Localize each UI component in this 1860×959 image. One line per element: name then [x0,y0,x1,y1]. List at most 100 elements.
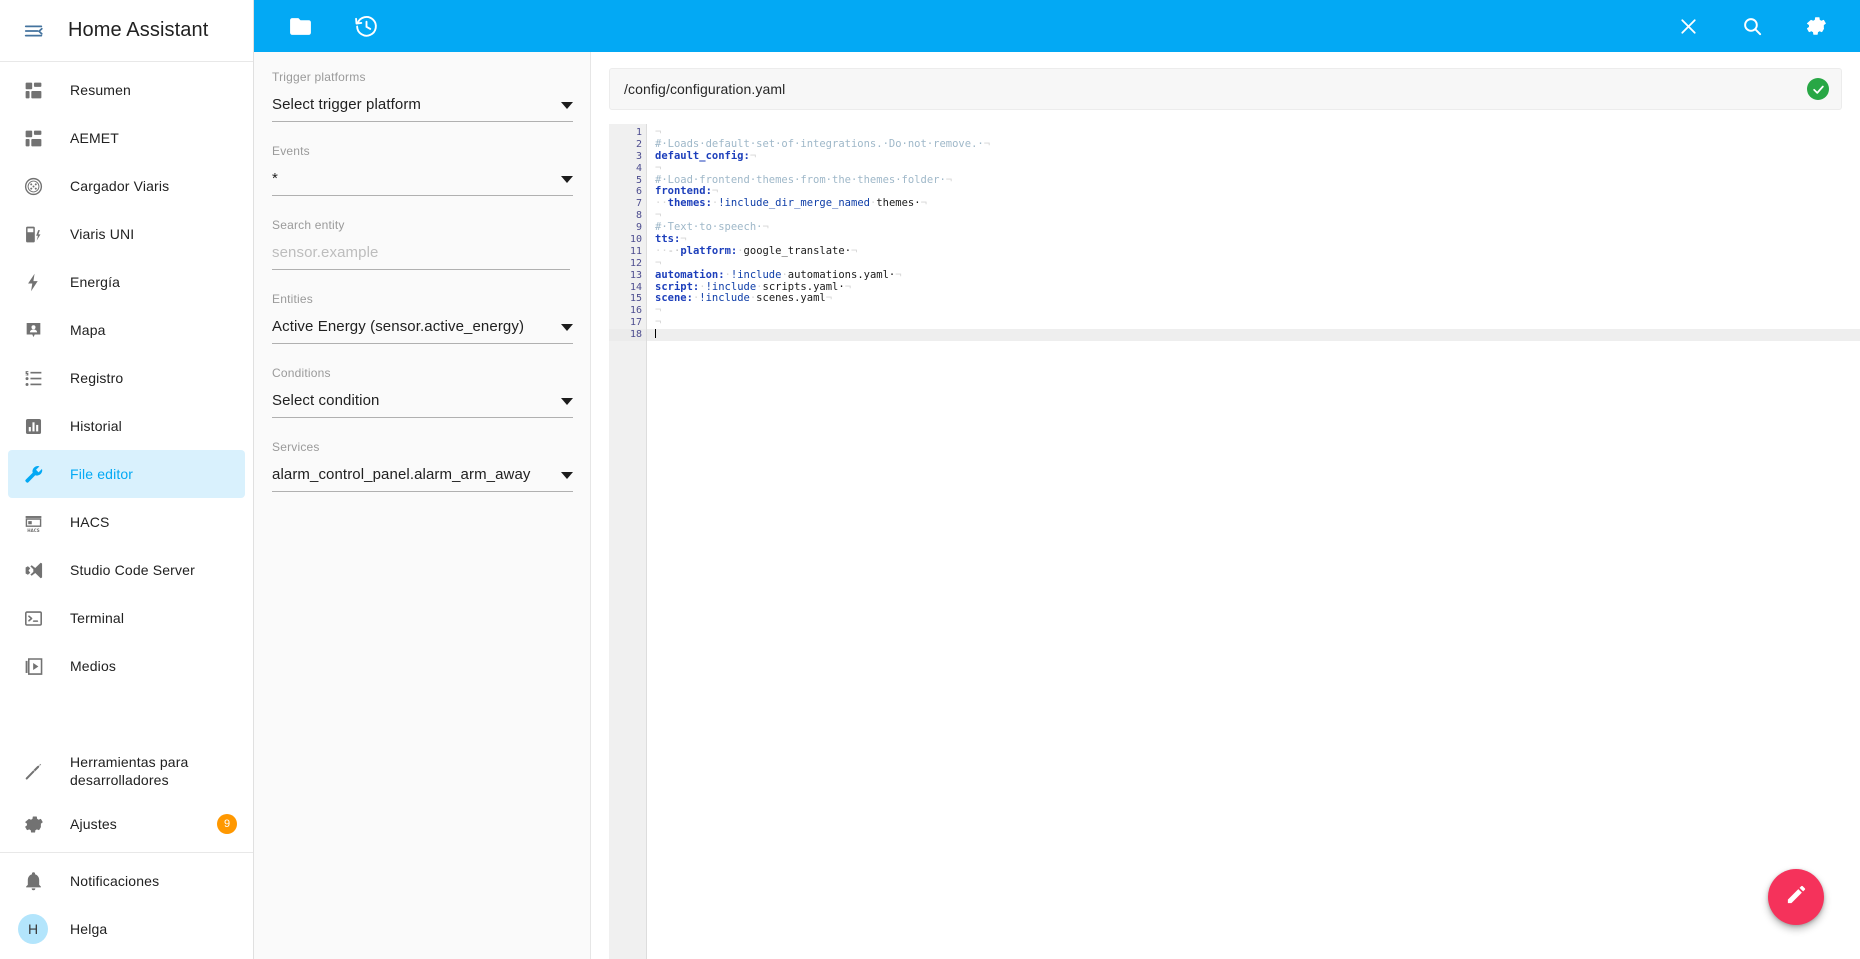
sidebar-item-label: Ajustes [70,815,117,832]
code-line[interactable]: default_config:¬ [647,150,1860,163]
line-number: 14 [629,281,642,293]
folder-icon[interactable] [278,4,322,48]
sidebar-item-medios[interactable]: Medios [8,642,245,690]
sidebar-item-label: Energía [70,273,121,290]
code-line[interactable]: ··-·platform:·google_translate·¬ [647,244,1860,258]
editor-left-pad [591,124,609,959]
wrench-icon [20,461,46,487]
code-token: automations.yaml· [787,268,896,281]
field-value: Select condition [272,392,380,409]
sidebar-item-viaris-uni[interactable]: Viaris UNI [8,210,245,258]
sidebar-item-ajustes[interactable]: Ajustes 9 [8,800,245,848]
sidebar-flex-spacer [0,690,253,742]
sidebar-item-label: Cargador Viaris [70,177,170,194]
code-line[interactable]: #·Load·frontend·themes·from·the·themes·f… [647,173,1860,187]
main-area: Trigger platforms Select trigger platfor… [254,0,1860,959]
history-restore-icon[interactable] [344,4,388,48]
code-token: ¬ [825,292,833,305]
conditions-select[interactable]: Select condition [272,390,573,418]
code-editor-inner: 1 2 3 4 5 6 7 8 9 10 11 12 13 14 15 16 17 18 ¬ #·Loads·def… [609,124,1860,959]
toolbar-right-actions [1666,4,1838,48]
sidebar-item-registro[interactable]: Registro [8,354,245,402]
cog-icon [20,811,46,837]
line-number: 4 [635,162,642,174]
sidebar-item-studio-code-server[interactable]: Studio Code Server [8,546,245,594]
chevron-down-icon [561,472,573,479]
code-editor[interactable]: 1 2 3 4 5 6 7 8 9 10 11 12 13 14 15 16 17 18 ¬ #·Loads·def… [591,124,1860,959]
play-box-multiple-icon [20,653,46,679]
code-token: ¬ [851,244,858,257]
chevron-down-icon [561,176,573,183]
file-path-bar[interactable]: /config/configuration.yaml [609,68,1842,110]
field-label: Services [272,440,320,454]
sidebar-item-resumen[interactable]: Resumen [8,66,245,114]
close-icon[interactable] [1666,4,1710,48]
sidebar-item-hacs[interactable]: HACS HACS [8,498,245,546]
code-token: themes· [876,197,921,210]
toolbar-left-actions [278,4,388,48]
sidebar-item-aemet[interactable]: AEMET [8,114,245,162]
code-token: ¬ [920,197,927,210]
status-badge: 9 [217,814,237,834]
code-token: ¬ [655,161,662,174]
check-circle-icon [1807,78,1829,100]
sidebar-item-file-editor[interactable]: File editor [8,450,245,498]
sidebar-item-label: Terminal [70,609,125,626]
code-token: ·· [655,197,668,210]
field-label: Entities [272,292,313,306]
field-value: * [272,170,278,187]
sidebar-item-developer-tools[interactable]: Herramientas para desarrolladores [8,742,245,800]
sidebar-item-label: Studio Code Server [70,561,195,578]
content-area: Trigger platforms Select trigger platfor… [254,52,1860,959]
code-line[interactable]: #·Loads·default·set·of·integrations.·Do·… [647,138,1860,151]
events-select[interactable]: * [272,168,573,196]
sidebar-item-user-profile[interactable]: H Helga [8,905,245,953]
search-entity-input[interactable]: sensor.example [272,242,570,270]
code-line[interactable]: scene:·!include·scenes.yaml¬ [647,293,1860,305]
gear-icon[interactable] [1794,4,1838,48]
code-lines[interactable]: ¬ #·Loads·default·set·of·integrations.·Do… [647,124,1860,959]
menu-collapse-icon[interactable] [14,11,54,51]
line-number: 17 [629,317,642,329]
sidebar-item-energia[interactable]: Energía [8,258,245,306]
code-line[interactable]: ··themes:·!include_dir_merge_named·theme… [647,197,1860,210]
code-token: frontend: [655,185,712,198]
save-file-button[interactable] [1768,869,1824,925]
search-icon[interactable] [1730,4,1774,48]
console-icon [20,605,46,631]
line-number: 12 [629,257,642,269]
sidebar-item-cargador-viaris[interactable]: Cargador Viaris [8,162,245,210]
line-number: 11 [629,245,642,257]
code-token: themes: [667,197,712,210]
code-line[interactable]: ¬ [647,209,1860,222]
trigger-platform-select[interactable]: Select trigger platform [272,94,573,122]
code-token: ¬ [655,256,662,269]
sidebar-item-label: Herramientas para desarrolladores [70,753,189,788]
code-line[interactable]: ¬ [647,316,1860,329]
line-number-gutter: 1 2 3 4 5 6 7 8 9 10 11 12 13 14 15 16 17 18 [609,124,655,959]
code-token: platform: [680,244,738,257]
sidebar-item-mapa[interactable]: Mapa [8,306,245,354]
sidebar-item-notificaciones[interactable]: Notificaciones [8,857,245,905]
sidebar-item-label: AEMET [70,129,119,146]
chart-box-icon [20,413,46,439]
code-token: ¬ [655,209,662,222]
field-value: Active Energy (sensor.active_energy) [272,318,525,335]
app-toolbar [254,0,1860,52]
sidebar-item-label: Notificaciones [70,872,160,889]
avatar: H [18,914,48,944]
code-line[interactable] [647,329,1860,342]
code-line[interactable]: #·Text·to·speech·¬ [647,221,1860,234]
code-line[interactable]: ¬ [647,304,1860,317]
sidebar-header: Home Assistant [0,0,253,62]
yaml-helper-panel: Trigger platforms Select trigger platfor… [254,52,591,959]
services-select[interactable]: alarm_control_panel.alarm_arm_away [272,464,573,492]
view-dashboard-icon [20,125,46,151]
code-token: scene: [655,292,693,305]
line-number: 16 [629,305,642,317]
line-number: 1 [635,127,642,138]
sidebar-item-historial[interactable]: Historial [8,402,245,450]
sidebar-item-terminal[interactable]: Terminal [8,594,245,642]
code-token: #·Load·frontend·themes·from·the·themes·f… [655,173,946,186]
entities-select[interactable]: Active Energy (sensor.active_energy) [272,316,573,344]
